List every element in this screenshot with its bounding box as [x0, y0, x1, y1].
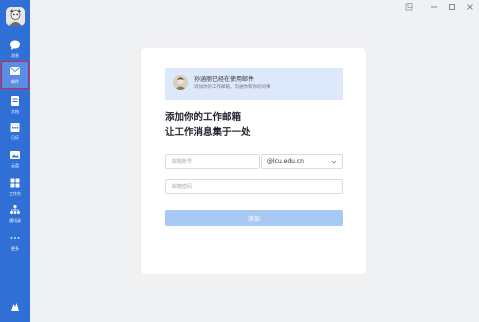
email-password-input[interactable]: [166, 180, 342, 193]
sidebar-item-label: 更多: [11, 246, 19, 251]
sidebar-item-label: 云盘: [11, 163, 19, 168]
email-domain-value: @lcu.edu.cn: [267, 158, 304, 165]
sidebar-item-workbench[interactable]: 工作台: [2, 174, 28, 200]
sidebar-item-label: 日历: [11, 135, 19, 140]
headline-line-2: 让工作消息集于一处: [165, 127, 251, 138]
sidebar-item-cloud-drive[interactable]: 云盘: [2, 146, 28, 172]
page-title: 添加你的工作邮箱 让工作消息集于一处: [165, 110, 251, 140]
pin-icon[interactable]: [403, 2, 415, 12]
sidebar-item-label: 消息: [11, 53, 19, 58]
more-dots-icon: [10, 237, 20, 239]
user-avatar[interactable]: [6, 7, 25, 26]
chevron-down-icon: [331, 160, 337, 164]
colleague-banner: 孙涵丽已经在使用邮件 添加你的工作邮箱，沟通你和你的同事: [165, 68, 343, 100]
close-icon[interactable]: [464, 2, 476, 12]
sidebar: 消息 邮件 文档 日历 云盘 工作台 通讯录 更多: [0, 0, 30, 322]
email-account-field[interactable]: [165, 154, 260, 169]
sidebar-item-more[interactable]: 更多: [2, 229, 28, 255]
email-password-field[interactable]: [165, 179, 343, 194]
sidebar-item-label: 工作台: [9, 191, 21, 196]
banner-title: 孙涵丽已经在使用邮件: [194, 76, 255, 83]
cloud-drive-icon: [10, 151, 20, 159]
email-account-input[interactable]: [166, 155, 259, 168]
sidebar-item-messages[interactable]: 消息: [2, 36, 28, 62]
avatar-image: [6, 7, 25, 26]
colleague-avatar: [173, 75, 188, 90]
sidebar-item-docs[interactable]: 文档: [2, 92, 28, 118]
sidebar-item-mail[interactable]: 邮件: [1, 61, 29, 89]
workbench-grid-icon: [10, 178, 20, 188]
document-icon: [11, 96, 19, 106]
app-logo-icon[interactable]: [9, 301, 21, 313]
contacts-icon: [10, 204, 20, 214]
headline-line-1: 添加你的工作邮箱: [165, 112, 242, 123]
banner-subtitle: 添加你的工作邮箱，沟通你和你的同事: [194, 85, 271, 90]
sidebar-item-contacts[interactable]: 通讯录: [2, 201, 28, 227]
email-domain-select[interactable]: @lcu.edu.cn: [261, 154, 343, 169]
sidebar-item-label: 文档: [11, 109, 19, 114]
minimize-icon[interactable]: [428, 2, 440, 12]
add-button[interactable]: 添加: [165, 210, 343, 226]
maximize-icon[interactable]: [446, 2, 458, 12]
sidebar-item-calendar[interactable]: 日历: [2, 118, 28, 144]
calendar-icon: [10, 123, 20, 132]
sidebar-item-label: 通讯录: [9, 218, 21, 223]
sidebar-item-label: 邮件: [11, 79, 19, 84]
mail-icon: [10, 67, 20, 75]
chat-bubble-icon: [10, 40, 20, 50]
